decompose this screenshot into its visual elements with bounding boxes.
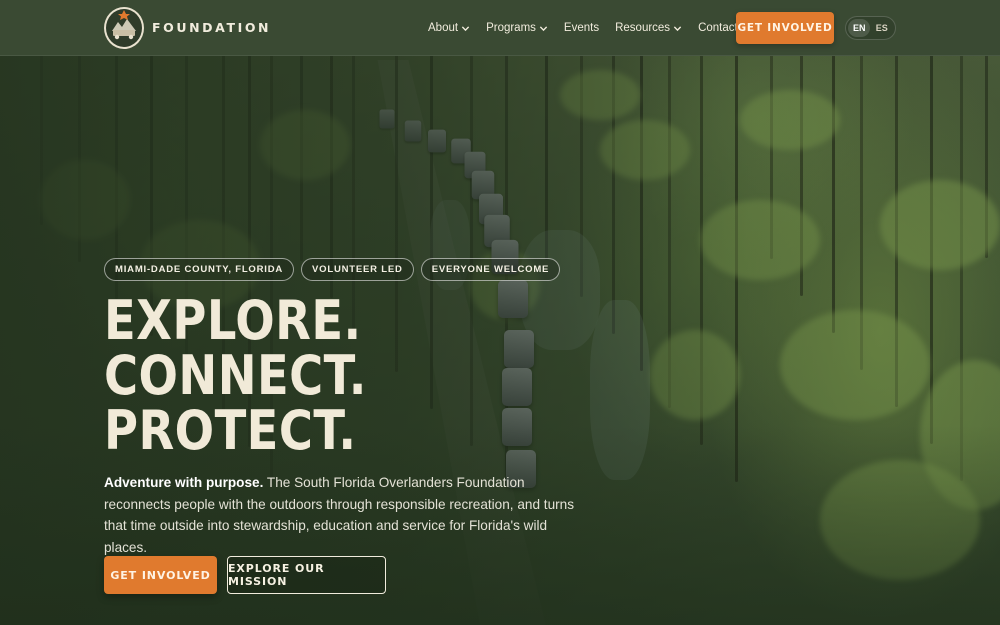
language-switcher: EN ES: [845, 16, 896, 40]
get-involved-header-button[interactable]: GET INVOLVED: [736, 12, 834, 44]
chevron-down-icon: [461, 25, 470, 31]
headline-line-explore: EXPLORE.: [104, 289, 362, 352]
logo-wordmark: FOUNDATION: [152, 20, 272, 35]
hero-headline: EXPLORE. CONNECT. PROTECT.: [104, 293, 465, 458]
nav-item-programs[interactable]: Programs: [486, 22, 548, 34]
language-option-en[interactable]: EN: [848, 19, 871, 37]
main-nav: About Programs Events Resources Contact: [428, 0, 738, 56]
headline-line-connect: CONNECT.: [104, 344, 367, 407]
chevron-down-icon: [673, 25, 682, 31]
nav-item-contact[interactable]: Contact: [698, 22, 738, 34]
overlanders-badge-icon: [104, 6, 144, 49]
hero-tags: MIAMI-DADE COUNTY, FLORIDA VOLUNTEER LED…: [104, 258, 561, 281]
nav-item-label: Events: [563, 22, 600, 34]
site-logo[interactable]: FOUNDATION: [104, 6, 272, 49]
tag-volunteer-led: VOLUNTEER LED: [301, 258, 414, 281]
site-header: FOUNDATION About Programs Events Resourc…: [0, 0, 1000, 56]
language-option-es[interactable]: ES: [871, 19, 893, 37]
nav-item-label: Programs: [486, 22, 536, 34]
headline-line-protect: PROTECT.: [104, 399, 357, 462]
nav-item-label: About: [428, 22, 459, 34]
hero-description-lead: Adventure with purpose.: [104, 475, 264, 490]
nav-item-events[interactable]: Events: [564, 22, 599, 34]
tag-location: MIAMI-DADE COUNTY, FLORIDA: [104, 258, 295, 281]
tag-everyone-welcome: EVERYONE WELCOME: [420, 258, 561, 281]
nav-item-label: Contact: [698, 22, 738, 34]
get-involved-button[interactable]: GET INVOLVED: [104, 556, 217, 594]
nav-item-resources[interactable]: Resources: [615, 22, 682, 34]
explore-mission-button[interactable]: EXPLORE OUR MISSION: [227, 556, 386, 594]
chevron-down-icon: [539, 25, 548, 31]
hero-description: Adventure with purpose. The South Florid…: [104, 472, 579, 558]
nav-item-about[interactable]: About: [428, 22, 470, 34]
nav-item-label: Resources: [615, 22, 671, 34]
